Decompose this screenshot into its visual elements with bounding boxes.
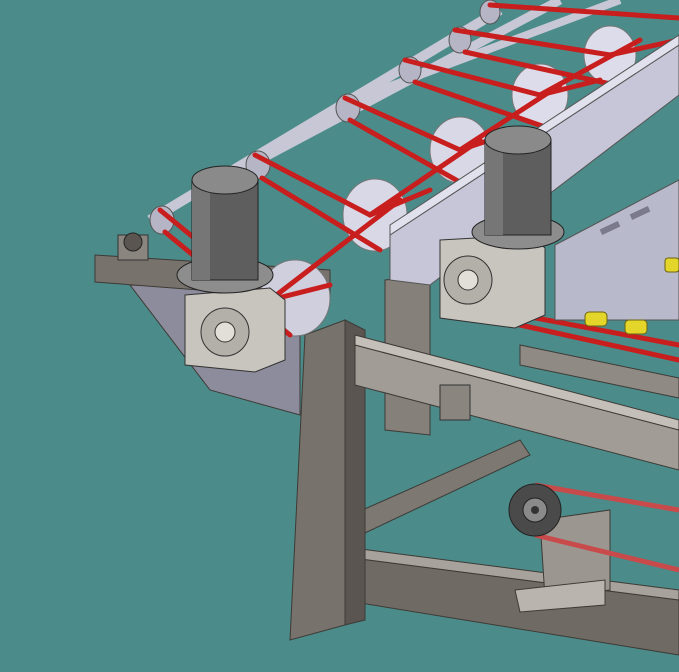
cad-viewport[interactable] [0, 0, 679, 672]
cross-beam [339, 439, 531, 541]
side-beam [554, 179, 679, 321]
yellow-clip [664, 257, 679, 273]
cad-scene [94, 0, 679, 656]
bearing-block [439, 384, 471, 421]
yellow-clip [584, 311, 608, 327]
right-motor-cap [484, 125, 552, 155]
yellow-clip [624, 319, 648, 335]
left-motor-cap [191, 165, 259, 195]
left-drive-motor [176, 165, 286, 373]
